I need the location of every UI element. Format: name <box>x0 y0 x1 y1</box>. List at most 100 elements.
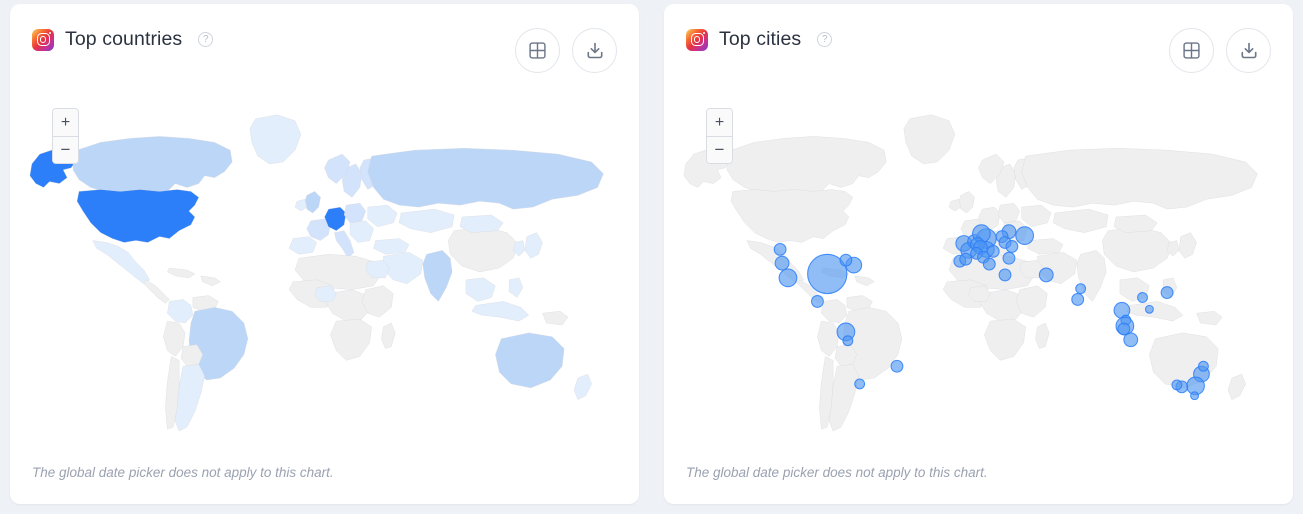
map-bubble[interactable] <box>998 268 1012 282</box>
bubble-map[interactable]: + − <box>676 90 1281 450</box>
map-region-canada <box>726 136 887 196</box>
map-region-philippines <box>508 277 524 298</box>
map-bubble[interactable] <box>1005 239 1019 253</box>
card-header: Top cities ? <box>664 4 1293 90</box>
map-region-indonesia <box>1125 301 1184 322</box>
table-view-button[interactable] <box>1169 28 1214 73</box>
map-region-colombia <box>821 299 848 324</box>
map-region-newzealand <box>573 373 592 400</box>
map-bubble[interactable] <box>778 268 798 288</box>
map-region-ireland <box>948 199 962 212</box>
map-bubble[interactable] <box>982 257 996 271</box>
zoom-in-button[interactable]: + <box>53 109 78 136</box>
map-region-cuba <box>167 267 196 279</box>
zoom-out-button[interactable]: − <box>707 136 732 163</box>
map-bubble[interactable] <box>1160 286 1174 300</box>
map-bubble[interactable] <box>890 359 904 373</box>
map-bubble[interactable] <box>1038 267 1054 283</box>
card-header: Top countries ? <box>10 4 639 90</box>
map-region-png <box>1196 311 1223 326</box>
map-region-greenland <box>903 114 956 165</box>
map-bubble[interactable] <box>1197 360 1209 372</box>
table-view-button[interactable] <box>515 28 560 73</box>
card-top-countries: Top countries ? + − The global date pick… <box>10 4 639 504</box>
map-bubble[interactable] <box>1071 293 1085 306</box>
map-bubble[interactable] <box>1137 292 1148 303</box>
map-region-mexico <box>92 240 150 284</box>
choropleth-map[interactable]: + − <box>22 90 627 450</box>
map-bubble[interactable] <box>1075 283 1087 295</box>
map-region-sea <box>465 277 496 302</box>
map-region-southafrica <box>984 318 1026 361</box>
card-title-group: Top cities ? <box>686 28 833 51</box>
map-region-china <box>448 226 520 273</box>
map-region-poland <box>997 203 1020 224</box>
map-region-southafrica <box>330 318 372 361</box>
map-region-madagascar <box>1035 322 1050 349</box>
map-bubble[interactable] <box>773 242 787 256</box>
map-bubble[interactable] <box>774 255 790 271</box>
map-bubble[interactable] <box>810 294 824 308</box>
map-zoom-controls: + − <box>52 108 79 164</box>
map-region-greenland <box>249 114 302 165</box>
page-title: Top countries <box>65 28 183 50</box>
map-bubble[interactable] <box>1190 391 1200 401</box>
map-region-turkey <box>373 238 410 255</box>
footer-note: The global date picker does not apply to… <box>686 465 988 480</box>
map-region-kazakhstan <box>398 208 455 233</box>
header-actions <box>1169 28 1271 73</box>
map-region-ukraine <box>367 205 398 227</box>
map-region-caribbean <box>854 275 875 286</box>
help-circle-icon[interactable]: ? <box>198 32 214 47</box>
card-title-group: Top countries ? <box>32 28 214 51</box>
map-region-balkans <box>349 220 374 243</box>
card-top-cities: Top cities ? + − The global date picker … <box>664 4 1293 504</box>
header-actions <box>515 28 617 73</box>
map-bubble[interactable] <box>1002 251 1016 265</box>
map-region-usa <box>730 189 854 243</box>
help-circle-icon[interactable]: ? <box>817 32 833 47</box>
zoom-out-button[interactable]: − <box>53 136 78 163</box>
map-region-russia <box>367 148 604 210</box>
grid-icon <box>1183 42 1200 59</box>
map-bubble[interactable] <box>959 252 973 266</box>
map-region-kazakhstan <box>1052 208 1109 233</box>
map-region-australia <box>1149 332 1219 389</box>
download-icon <box>1241 42 1256 58</box>
map-region-canada <box>72 136 233 196</box>
page-title: Top cities <box>719 28 802 50</box>
map-region-japan <box>524 232 543 259</box>
map-region-india <box>422 250 453 302</box>
map-region-argentina <box>829 364 859 432</box>
download-icon <box>587 42 602 58</box>
map-region-mongolia <box>1113 214 1158 233</box>
map-region-peru <box>163 320 186 357</box>
map-bubble[interactable] <box>1144 304 1154 314</box>
map-region-uk <box>304 191 321 214</box>
map-region-colombia <box>167 299 194 324</box>
download-button[interactable] <box>572 28 617 73</box>
map-region-madagascar <box>381 322 396 349</box>
world-map-svg <box>29 114 604 432</box>
map-bubble[interactable] <box>1171 379 1183 391</box>
map-region-poland <box>343 203 366 224</box>
map-region-uk <box>958 191 975 214</box>
map-bubble[interactable] <box>839 253 853 267</box>
map-region-china <box>1102 226 1174 273</box>
map-region-japan <box>1178 232 1197 259</box>
map-region-argentina <box>175 364 205 432</box>
download-button[interactable] <box>1226 28 1271 73</box>
grid-icon <box>529 42 546 59</box>
map-region-newzealand <box>1227 373 1246 400</box>
map-bubble[interactable] <box>842 335 854 347</box>
map-region-usa <box>76 189 200 243</box>
world-map-svg <box>683 114 1258 432</box>
map-bubble[interactable] <box>1117 322 1131 336</box>
map-region-ukraine <box>1021 205 1052 227</box>
dashboard-board: Top countries ? + − The global date pick… <box>0 0 1303 514</box>
instagram-icon <box>32 28 54 51</box>
zoom-in-button[interactable]: + <box>707 109 732 136</box>
map-bubble[interactable] <box>1015 226 1035 246</box>
map-bubble[interactable] <box>854 378 866 390</box>
instagram-icon <box>686 28 708 51</box>
